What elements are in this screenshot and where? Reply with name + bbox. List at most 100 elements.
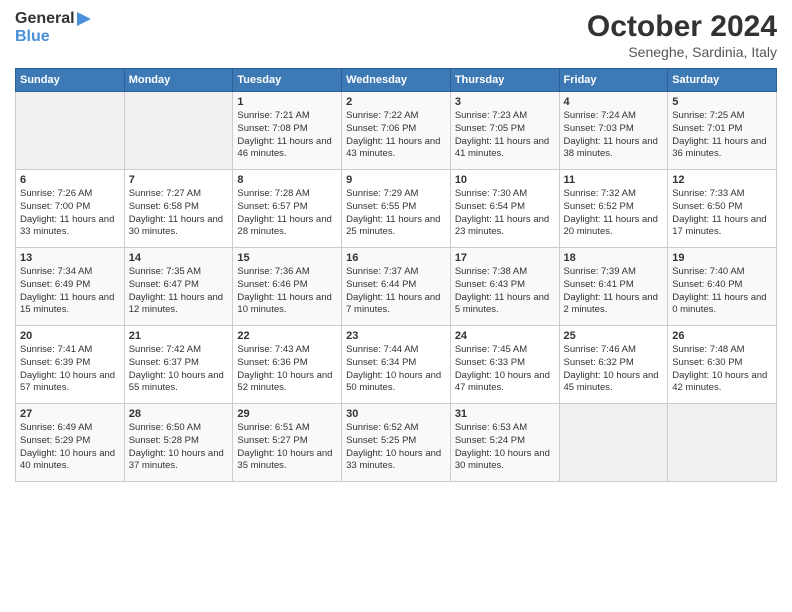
calendar-day: 9Sunrise: 7:29 AM Sunset: 6:55 PM Daylig…: [342, 170, 451, 248]
day-number: 15: [237, 252, 337, 264]
calendar-day: 29 Sunrise: 6:51 AM Sunset: 5:27 PM Dayli…: [233, 404, 342, 482]
day-number: 28: [129, 408, 229, 420]
day-info: Sunrise: 7:36 AM Sunset: 6:46 PM Dayligh…: [237, 266, 337, 317]
day-number: 26: [672, 330, 772, 342]
day-number: 5: [672, 96, 772, 108]
day-number: 7: [129, 174, 229, 186]
calendar-day: [124, 92, 233, 170]
day-info: Sunrise: 7:46 AM Sunset: 6:32 PM Dayligh…: [564, 344, 664, 395]
month-title: October 2024: [587, 10, 777, 44]
day-number: 3: [455, 96, 555, 108]
logo: General Blue: [15, 10, 91, 45]
day-info: Sunrise: 7:27 AM Sunset: 6:58 PM Dayligh…: [129, 188, 229, 239]
calendar-day: 11Sunrise: 7:32 AM Sunset: 6:52 PM Dayli…: [559, 170, 668, 248]
calendar-day: 3 Sunrise: 7:23 AM Sunset: 7:05 PM Daylig…: [450, 92, 559, 170]
location-subtitle: Seneghe, Sardinia, Italy: [587, 44, 777, 60]
calendar-day: 23 Sunrise: 7:44 AM Sunset: 6:34 PM Dayli…: [342, 326, 451, 404]
calendar-week-3: 13Sunrise: 7:34 AM Sunset: 6:49 PM Dayli…: [16, 248, 777, 326]
day-info: Sunrise: 7:44 AM Sunset: 6:34 PM Dayligh…: [346, 344, 446, 395]
calendar-day: 20 Sunrise: 7:41 AM Sunset: 6:39 PM Dayli…: [16, 326, 125, 404]
calendar-container: General Blue October 2024 Seneghe, Sardi…: [0, 0, 792, 492]
calendar-day: 12 Sunrise: 7:33 AM Sunset: 6:50 PM Dayli…: [668, 170, 777, 248]
calendar-day: 24Sunrise: 7:45 AM Sunset: 6:33 PM Dayli…: [450, 326, 559, 404]
day-number: 23: [346, 330, 446, 342]
day-number: 1: [237, 96, 337, 108]
day-number: 4: [564, 96, 664, 108]
calendar-day: 5 Sunrise: 7:25 AM Sunset: 7:01 PM Daylig…: [668, 92, 777, 170]
day-number: 21: [129, 330, 229, 342]
day-number: 25: [564, 330, 664, 342]
calendar-table: SundayMondayTuesdayWednesdayThursdayFrid…: [15, 68, 777, 482]
day-info: Sunrise: 7:25 AM Sunset: 7:01 PM Dayligh…: [672, 110, 772, 161]
calendar-day: [16, 92, 125, 170]
weekday-header-row: SundayMondayTuesdayWednesdayThursdayFrid…: [16, 69, 777, 92]
day-number: 24: [455, 330, 555, 342]
logo-arrow-icon: [77, 12, 91, 26]
day-info: Sunrise: 6:50 AM Sunset: 5:28 PM Dayligh…: [129, 422, 229, 473]
day-number: 22: [237, 330, 337, 342]
calendar-day: 28 Sunrise: 6:50 AM Sunset: 5:28 PM Dayli…: [124, 404, 233, 482]
calendar-day: [559, 404, 668, 482]
day-info: Sunrise: 7:48 AM Sunset: 6:30 PM Dayligh…: [672, 344, 772, 395]
day-number: 12: [672, 174, 772, 186]
day-number: 27: [20, 408, 120, 420]
weekday-header-friday: Friday: [559, 69, 668, 92]
calendar-day: 2 Sunrise: 7:22 AM Sunset: 7:06 PM Daylig…: [342, 92, 451, 170]
logo-line1: General: [15, 10, 75, 27]
calendar-day: 7 Sunrise: 7:27 AM Sunset: 6:58 PM Daylig…: [124, 170, 233, 248]
calendar-day: 22 Sunrise: 7:43 AM Sunset: 6:36 PM Dayli…: [233, 326, 342, 404]
day-number: 18: [564, 252, 664, 264]
calendar-day: 30 Sunrise: 6:52 AM Sunset: 5:25 PM Dayli…: [342, 404, 451, 482]
day-info: Sunrise: 6:52 AM Sunset: 5:25 PM Dayligh…: [346, 422, 446, 473]
day-info: Sunrise: 7:34 AM Sunset: 6:49 PM Dayligh…: [20, 266, 120, 317]
calendar-day: 1Sunrise: 7:21 AM Sunset: 7:08 PM Daylig…: [233, 92, 342, 170]
day-info: Sunrise: 7:28 AM Sunset: 6:57 PM Dayligh…: [237, 188, 337, 239]
day-info: Sunrise: 7:41 AM Sunset: 6:39 PM Dayligh…: [20, 344, 120, 395]
day-info: Sunrise: 7:32 AM Sunset: 6:52 PM Dayligh…: [564, 188, 664, 239]
day-info: Sunrise: 7:30 AM Sunset: 6:54 PM Dayligh…: [455, 188, 555, 239]
calendar-day: 31Sunrise: 6:53 AM Sunset: 5:24 PM Dayli…: [450, 404, 559, 482]
header: General Blue October 2024 Seneghe, Sardi…: [15, 10, 777, 60]
weekday-header-monday: Monday: [124, 69, 233, 92]
day-number: 2: [346, 96, 446, 108]
calendar-day: 8Sunrise: 7:28 AM Sunset: 6:57 PM Daylig…: [233, 170, 342, 248]
calendar-day: 15 Sunrise: 7:36 AM Sunset: 6:46 PM Dayli…: [233, 248, 342, 326]
day-number: 14: [129, 252, 229, 264]
calendar-day: 6 Sunrise: 7:26 AM Sunset: 7:00 PM Daylig…: [16, 170, 125, 248]
calendar-day: 18 Sunrise: 7:39 AM Sunset: 6:41 PM Dayli…: [559, 248, 668, 326]
day-number: 29: [237, 408, 337, 420]
day-info: Sunrise: 7:37 AM Sunset: 6:44 PM Dayligh…: [346, 266, 446, 317]
weekday-header-tuesday: Tuesday: [233, 69, 342, 92]
calendar-day: 26 Sunrise: 7:48 AM Sunset: 6:30 PM Dayli…: [668, 326, 777, 404]
day-info: Sunrise: 7:24 AM Sunset: 7:03 PM Dayligh…: [564, 110, 664, 161]
calendar-day: [668, 404, 777, 482]
day-info: Sunrise: 7:33 AM Sunset: 6:50 PM Dayligh…: [672, 188, 772, 239]
logo-line2: Blue: [15, 28, 50, 45]
calendar-week-4: 20 Sunrise: 7:41 AM Sunset: 6:39 PM Dayli…: [16, 326, 777, 404]
logo-text: General Blue: [15, 10, 91, 45]
calendar-day: 25 Sunrise: 7:46 AM Sunset: 6:32 PM Dayli…: [559, 326, 668, 404]
day-info: Sunrise: 7:40 AM Sunset: 6:40 PM Dayligh…: [672, 266, 772, 317]
weekday-header-saturday: Saturday: [668, 69, 777, 92]
day-info: Sunrise: 7:42 AM Sunset: 6:37 PM Dayligh…: [129, 344, 229, 395]
day-number: 10: [455, 174, 555, 186]
day-info: Sunrise: 7:23 AM Sunset: 7:05 PM Dayligh…: [455, 110, 555, 161]
day-number: 9: [346, 174, 446, 186]
calendar-day: 16Sunrise: 7:37 AM Sunset: 6:44 PM Dayli…: [342, 248, 451, 326]
day-info: Sunrise: 6:49 AM Sunset: 5:29 PM Dayligh…: [20, 422, 120, 473]
day-number: 20: [20, 330, 120, 342]
weekday-header-wednesday: Wednesday: [342, 69, 451, 92]
day-info: Sunrise: 7:35 AM Sunset: 6:47 PM Dayligh…: [129, 266, 229, 317]
calendar-day: 4 Sunrise: 7:24 AM Sunset: 7:03 PM Daylig…: [559, 92, 668, 170]
day-number: 30: [346, 408, 446, 420]
day-number: 6: [20, 174, 120, 186]
calendar-day: 13Sunrise: 7:34 AM Sunset: 6:49 PM Dayli…: [16, 248, 125, 326]
day-info: Sunrise: 6:51 AM Sunset: 5:27 PM Dayligh…: [237, 422, 337, 473]
day-number: 31: [455, 408, 555, 420]
weekday-header-sunday: Sunday: [16, 69, 125, 92]
day-info: Sunrise: 7:26 AM Sunset: 7:00 PM Dayligh…: [20, 188, 120, 239]
day-info: Sunrise: 7:39 AM Sunset: 6:41 PM Dayligh…: [564, 266, 664, 317]
calendar-week-5: 27 Sunrise: 6:49 AM Sunset: 5:29 PM Dayli…: [16, 404, 777, 482]
day-info: Sunrise: 7:22 AM Sunset: 7:06 PM Dayligh…: [346, 110, 446, 161]
day-info: Sunrise: 7:43 AM Sunset: 6:36 PM Dayligh…: [237, 344, 337, 395]
